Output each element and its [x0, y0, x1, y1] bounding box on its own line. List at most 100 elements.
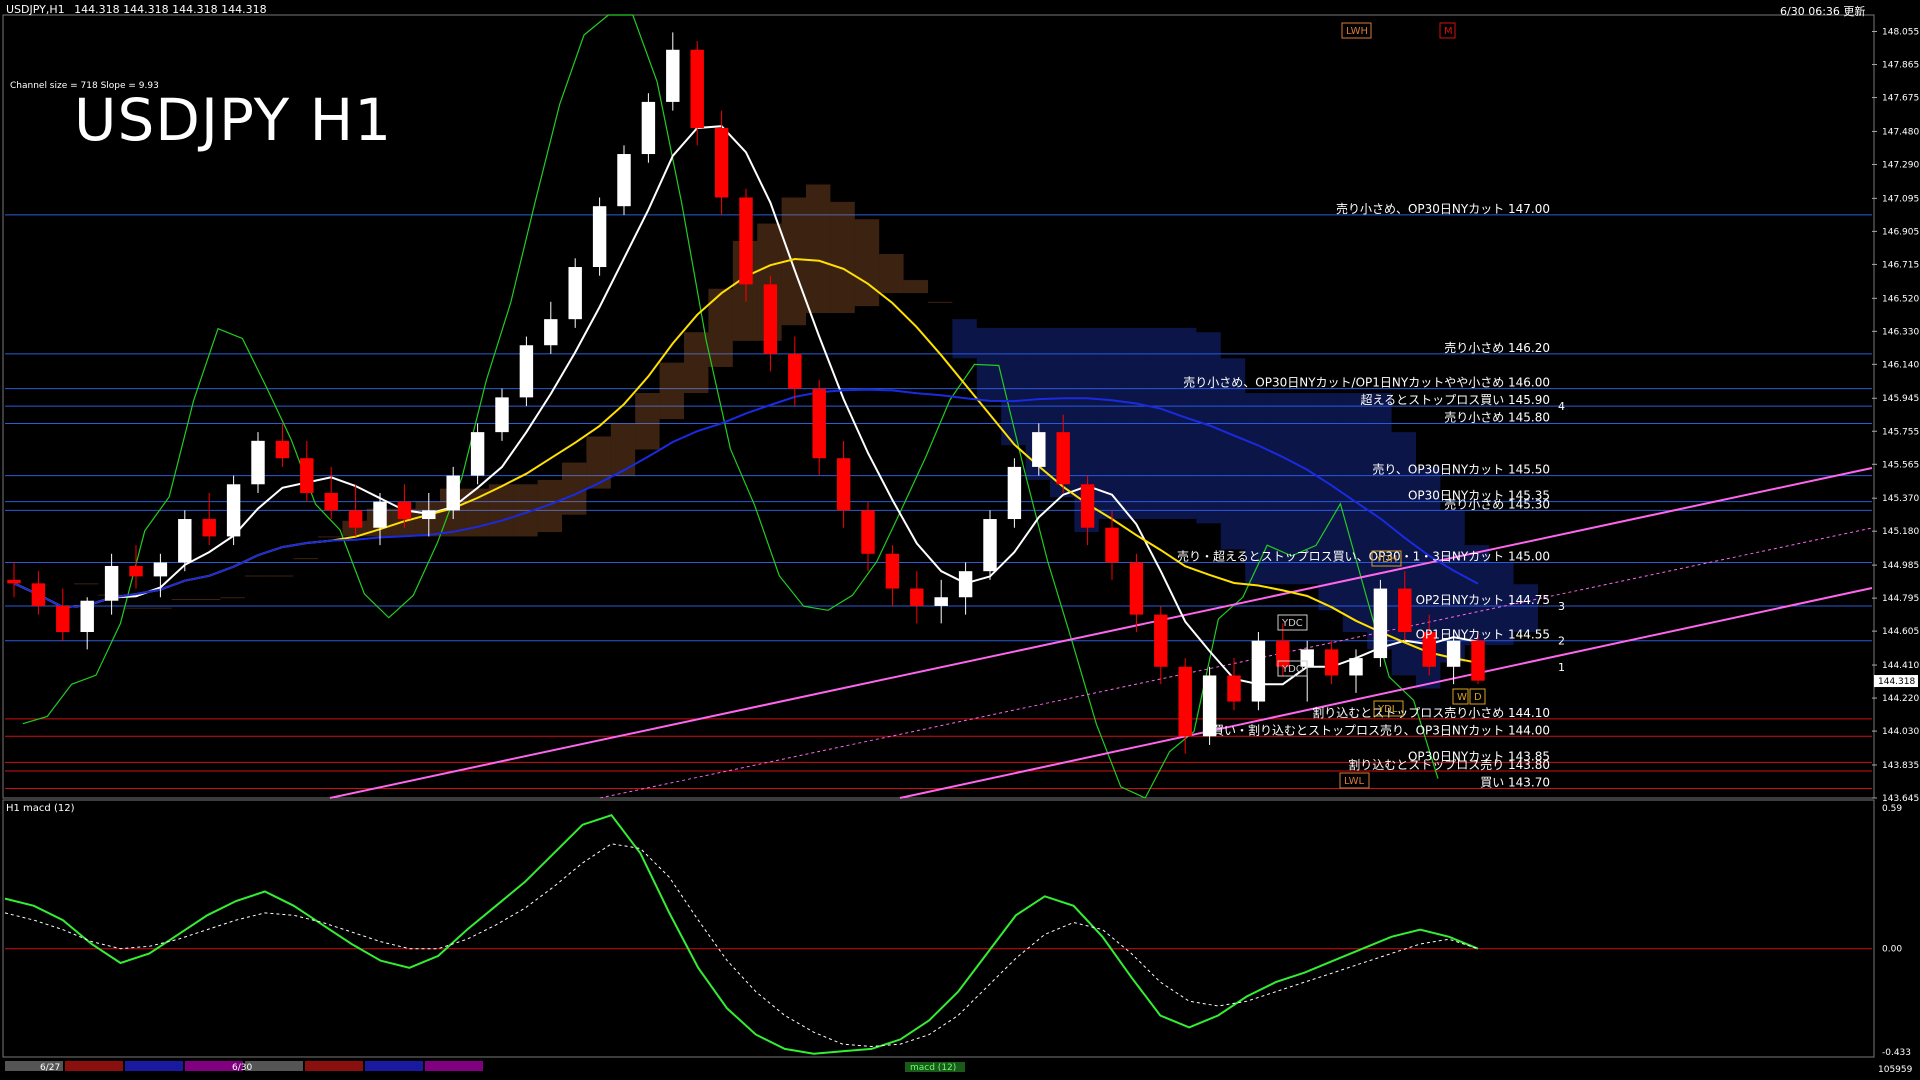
candle-body	[519, 345, 534, 398]
cloud-segment	[684, 332, 709, 394]
cloud-segment	[171, 598, 196, 600]
cloud-segment	[318, 536, 343, 538]
candle-body	[934, 597, 948, 606]
candle-body	[592, 206, 607, 268]
candle-body	[202, 519, 216, 537]
price-tick-label: 144.410	[1882, 661, 1919, 671]
candle-body	[104, 565, 119, 601]
candle-body	[910, 588, 924, 606]
cloud-segment	[1147, 327, 1172, 520]
cloud-segment	[488, 484, 514, 537]
cloud-segment	[122, 607, 148, 609]
candle-body	[690, 49, 704, 128]
level-label: 割り込むとストップロス売り小さめ 144.10	[1312, 705, 1550, 720]
price-tick-label: 145.370	[1882, 494, 1919, 504]
candle-body	[788, 353, 802, 389]
cloud-segment	[903, 280, 928, 294]
candle-body	[1398, 588, 1412, 633]
cloud-segment	[659, 362, 684, 420]
level-label: 売り小さめ、OP30日NYカット/OP1日NYカットやや小さめ 146.00	[1183, 375, 1550, 390]
price-tick-label: 146.140	[1882, 360, 1919, 370]
cloud-segment	[879, 253, 904, 294]
candle-body	[1373, 588, 1388, 659]
candle-body	[422, 510, 436, 520]
candle-body	[1178, 666, 1192, 737]
candle-body	[129, 565, 143, 577]
price-tick-label: 143.645	[1882, 794, 1919, 804]
tag-ydh: YDH	[1375, 554, 1397, 565]
candle-body	[861, 510, 875, 554]
cloud-segment	[928, 301, 953, 303]
tag-m: M	[1444, 26, 1453, 37]
level-label: OP2日NYカット 144.75	[1416, 593, 1550, 607]
price-tick-label: 146.905	[1882, 227, 1919, 237]
candle-body	[1349, 658, 1363, 676]
time-strip	[425, 1061, 483, 1071]
level-label: 売り小さめ 145.30	[1444, 496, 1550, 511]
chart-canvas: 売り小さめ、OP30日NYカット 147.00 売り小さめ 146.20 売り小さめ…	[0, 0, 1920, 1080]
candle-body	[1446, 640, 1461, 667]
candle-body	[251, 440, 265, 485]
candle-body	[226, 484, 241, 537]
candle-body	[568, 267, 582, 320]
candle-body	[714, 127, 729, 198]
cloud-segment	[635, 393, 660, 450]
level-label: 売り小さめ、OP30日NYカット 147.00	[1336, 201, 1550, 216]
price-tick-label: 146.520	[1882, 294, 1919, 304]
candle-body	[641, 101, 656, 155]
time-strip	[245, 1061, 303, 1071]
price-tick-label: 144.795	[1882, 594, 1919, 604]
level-label: 売り・超えるとストップロス買い、OP30・1・3日NYカット 145.00	[1177, 548, 1550, 563]
candle-body	[1056, 432, 1070, 485]
candle-body	[763, 284, 778, 354]
candle-body	[470, 432, 485, 476]
macd-tick-label: 0.00	[1882, 945, 1902, 955]
tag-lwl: LWL	[1344, 776, 1365, 787]
candle-body	[1251, 640, 1266, 702]
macd-tick-label: -0.433	[1882, 1048, 1911, 1058]
cloud-segment	[74, 583, 99, 585]
price-tick-label: 144.220	[1882, 694, 1919, 704]
cloud-segment	[537, 479, 562, 533]
candle-body	[617, 154, 631, 207]
level-label: OP1日NYカット 144.55	[1416, 628, 1550, 642]
bottom-center-label: macd (12)	[910, 1063, 956, 1073]
candle-body	[1154, 614, 1168, 667]
level-label: 超えるとストップロス買い 145.90	[1361, 392, 1550, 407]
price-tick-label: 145.755	[1882, 427, 1919, 437]
time-strip	[65, 1061, 123, 1071]
cloud-segment	[854, 219, 880, 307]
time-label: 6/27	[40, 1063, 60, 1073]
candle-body	[446, 475, 460, 511]
time-strip	[125, 1061, 183, 1071]
cloud-segment	[562, 462, 587, 515]
price-tick-label: 144.985	[1882, 561, 1919, 571]
cloud-segment	[269, 575, 294, 577]
candle-body	[373, 501, 387, 528]
tag-ydc: YDC	[1281, 618, 1303, 629]
cloud-segment	[196, 598, 221, 600]
price-tick-label: 145.565	[1882, 460, 1919, 470]
tag-lwh: LWH	[1346, 26, 1368, 37]
candle-body	[153, 562, 168, 577]
price-tick-label: 144.030	[1882, 727, 1919, 737]
tag-w: W	[1457, 692, 1467, 703]
time-strip	[365, 1061, 423, 1071]
candle-body	[275, 440, 290, 459]
cloud-segment	[830, 201, 855, 314]
candle-body	[1032, 432, 1046, 467]
cloud-segment	[293, 558, 318, 560]
level-marker: 4	[1558, 400, 1565, 413]
level-label: 売り、OP30日NYカット 145.50	[1372, 462, 1550, 477]
candle-body	[983, 519, 997, 572]
time-label: 6/30	[232, 1063, 252, 1073]
chart-background	[0, 0, 1920, 1080]
candle-body	[7, 579, 21, 584]
candle-body	[1007, 466, 1022, 520]
cloud-segment	[952, 319, 977, 359]
price-tick-label: 147.865	[1882, 61, 1919, 71]
chart-title: USDJPY H1	[74, 86, 393, 154]
level-label: 割り込むとストップロス売り 143.80	[1348, 757, 1550, 772]
candle-body	[1324, 649, 1339, 676]
tag-d: D	[1474, 692, 1482, 703]
